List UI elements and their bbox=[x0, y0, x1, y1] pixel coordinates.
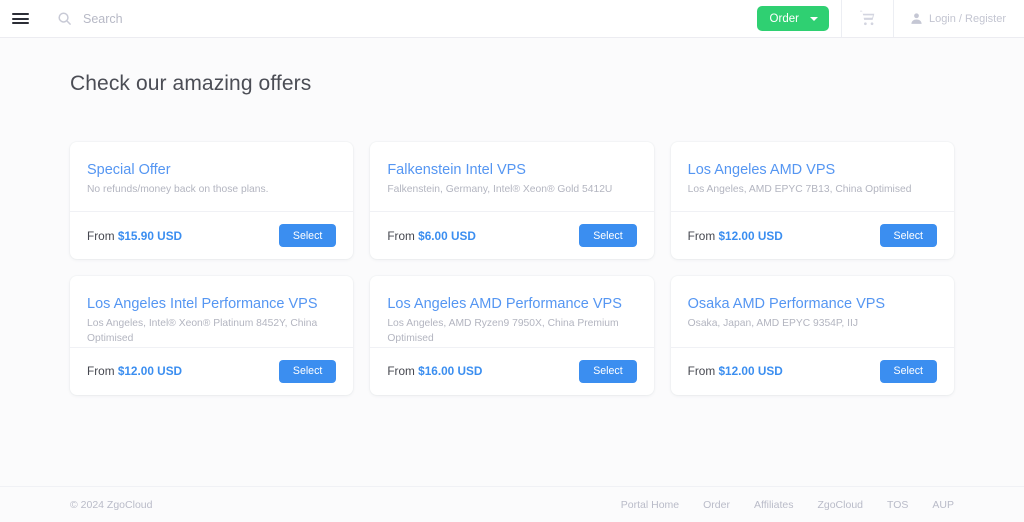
price-prefix: From bbox=[687, 228, 716, 243]
product-card: Special Offer No refunds/money back on t… bbox=[70, 142, 354, 259]
search-input[interactable] bbox=[83, 11, 403, 26]
product-price-line: From $15.90 USD bbox=[87, 229, 182, 243]
footer-link-order[interactable]: Order bbox=[703, 499, 730, 511]
product-card-body: Los Angeles AMD VPS Los Angeles, AMD EPY… bbox=[671, 142, 954, 211]
page-title: Check our amazing offers bbox=[70, 72, 312, 95]
user-icon bbox=[911, 13, 922, 24]
product-card-footer: From $15.90 USD Select bbox=[70, 211, 354, 259]
product-description: No refunds/money back on those plans. bbox=[87, 184, 269, 196]
price-prefix: From bbox=[387, 364, 415, 379]
price-amount: $12.00 USD bbox=[117, 364, 183, 379]
product-price-line: From $16.00 USD bbox=[387, 364, 482, 378]
price-amount: $16.00 USD bbox=[418, 364, 483, 379]
product-title[interactable]: Los Angeles AMD VPS bbox=[688, 161, 937, 179]
product-card-footer: From $12.00 USD Select bbox=[70, 346, 354, 395]
price-prefix: From bbox=[87, 228, 115, 243]
select-button[interactable]: Select bbox=[579, 359, 637, 383]
shopping-cart-icon bbox=[860, 10, 875, 26]
price-amount: $6.00 USD bbox=[418, 228, 476, 243]
product-card: Falkenstein Intel VPS Falkenstein, Germa… bbox=[370, 142, 654, 259]
product-price-line: From $12.00 USD bbox=[87, 364, 182, 378]
product-card-footer: From $16.00 USD Select bbox=[370, 346, 654, 395]
product-price-line: From $12.00 USD bbox=[688, 364, 783, 378]
product-card-footer: From $12.00 USD Select bbox=[670, 211, 954, 259]
page-content: Check our amazing offers Special Offer N… bbox=[0, 38, 1024, 395]
order-dropdown-button[interactable]: Order bbox=[756, 6, 829, 31]
login-register-button[interactable]: Login / Register bbox=[892, 0, 1024, 37]
product-title[interactable]: Osaka AMD Performance VPS bbox=[688, 295, 937, 313]
footer-link-tos[interactable]: TOS bbox=[887, 499, 908, 511]
product-card-body: Special Offer No refunds/money back on t… bbox=[70, 142, 353, 211]
product-title[interactable]: Special Offer bbox=[87, 161, 336, 179]
product-card-body: Falkenstein Intel VPS Falkenstein, Germa… bbox=[370, 142, 653, 211]
product-card-footer: From $6.00 USD Select bbox=[370, 211, 654, 259]
price-prefix: From bbox=[387, 228, 415, 243]
product-price-line: From $12.00 USD bbox=[688, 229, 783, 243]
product-title[interactable]: Los Angeles Intel Performance VPS bbox=[87, 295, 336, 313]
page-footer: © 2024 ZgoCloud Portal Home Order Affili… bbox=[0, 486, 1024, 522]
hamburger-menu-button[interactable] bbox=[0, 0, 40, 37]
product-description: Los Angeles, AMD Ryzen9 7950X, China Pre… bbox=[387, 318, 619, 345]
product-card-body: Los Angeles AMD Performance VPS Los Ange… bbox=[370, 276, 653, 347]
product-card-body: Los Angeles Intel Performance VPS Los An… bbox=[70, 276, 353, 347]
footer-link-aup[interactable]: AUP bbox=[932, 499, 954, 511]
price-amount: $15.90 USD bbox=[117, 228, 183, 243]
top-header-bar: Order Login / Register bbox=[0, 0, 1024, 38]
price-prefix: From bbox=[87, 364, 115, 379]
select-button[interactable]: Select bbox=[579, 224, 637, 247]
footer-link-zgocloud[interactable]: ZgoCloud bbox=[817, 499, 863, 511]
footer-link-portal-home[interactable]: Portal Home bbox=[621, 499, 679, 511]
account-label: Login / Register bbox=[928, 12, 1006, 25]
product-card: Los Angeles AMD Performance VPS Los Ange… bbox=[370, 276, 654, 395]
header-actions: Order Login / Register bbox=[756, 0, 1024, 37]
product-description: Los Angeles, Intel® Xeon® Platinum 8452Y… bbox=[87, 318, 318, 345]
product-card-grid: Special Offer No refunds/money back on t… bbox=[70, 142, 954, 395]
product-card: Los Angeles AMD VPS Los Angeles, AMD EPY… bbox=[670, 142, 954, 259]
product-card-body: Osaka AMD Performance VPS Osaka, Japan, … bbox=[671, 276, 954, 347]
product-description: Los Angeles, AMD EPYC 7B13, China Optimi… bbox=[687, 184, 912, 196]
footer-link-list: Portal Home Order Affiliates ZgoCloud TO… bbox=[621, 499, 954, 511]
product-card: Osaka AMD Performance VPS Osaka, Japan, … bbox=[670, 276, 954, 395]
product-title[interactable]: Falkenstein Intel VPS bbox=[387, 161, 636, 179]
product-price-line: From $6.00 USD bbox=[387, 229, 476, 243]
price-amount: $12.00 USD bbox=[718, 228, 783, 243]
product-card-footer: From $12.00 USD Select bbox=[670, 346, 954, 395]
hamburger-menu-icon bbox=[11, 11, 29, 27]
product-title[interactable]: Los Angeles AMD Performance VPS bbox=[387, 295, 636, 313]
search-area bbox=[40, 0, 757, 37]
price-prefix: From bbox=[687, 364, 716, 379]
shopping-cart-button[interactable] bbox=[840, 0, 893, 37]
select-button[interactable]: Select bbox=[278, 359, 337, 383]
select-button[interactable]: Select bbox=[879, 224, 937, 247]
product-description: Osaka, Japan, AMD EPYC 9354P, IIJ bbox=[687, 318, 859, 330]
search-icon bbox=[58, 12, 71, 25]
chevron-down-icon bbox=[809, 16, 818, 21]
copyright-text: © 2024 ZgoCloud bbox=[70, 498, 153, 511]
footer-link-affiliates[interactable]: Affiliates bbox=[754, 499, 794, 511]
price-amount: $12.00 USD bbox=[718, 364, 783, 379]
order-button-label: Order bbox=[769, 12, 799, 25]
select-button[interactable]: Select bbox=[879, 359, 937, 383]
select-button[interactable]: Select bbox=[278, 224, 337, 247]
product-description: Falkenstein, Germany, Intel® Xeon® Gold … bbox=[387, 184, 613, 196]
order-button-cell: Order bbox=[756, 0, 841, 37]
product-card: Los Angeles Intel Performance VPS Los An… bbox=[70, 276, 354, 395]
